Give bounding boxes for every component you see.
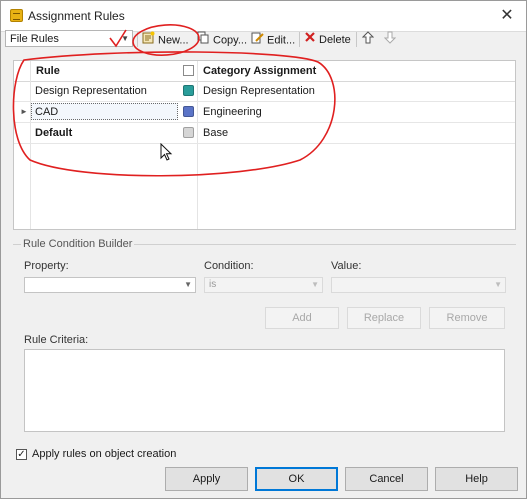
condition-dropdown[interactable]: is ▼ xyxy=(204,277,323,293)
add-condition-button[interactable]: Add xyxy=(265,307,339,329)
table-row[interactable]: Default Base xyxy=(14,123,515,144)
category-name: Engineering xyxy=(203,106,262,118)
edit-icon xyxy=(251,31,264,50)
select-all-checkbox[interactable] xyxy=(183,65,194,76)
rule-criteria-textarea[interactable] xyxy=(24,349,505,432)
help-button[interactable]: Help xyxy=(435,467,518,491)
window-title: Assignment Rules xyxy=(28,9,125,23)
toolbar-separator xyxy=(356,32,357,47)
rules-grid: Rule Category Assignment Design Represen… xyxy=(13,60,516,230)
rules-type-value: File Rules xyxy=(10,33,59,45)
builder-title: Rule Condition Builder xyxy=(21,238,135,250)
chevron-down-icon: ▼ xyxy=(494,280,502,289)
chevron-down-icon: ▼ xyxy=(121,34,129,43)
category-name: Design Representation xyxy=(203,85,315,97)
category-color-swatch xyxy=(183,85,194,96)
category-color-swatch xyxy=(183,106,194,117)
remove-condition-button[interactable]: Remove xyxy=(429,307,505,329)
chevron-down-icon: ▼ xyxy=(311,280,319,289)
table-row[interactable]: Design Representation Design Representat… xyxy=(14,81,515,102)
grid-header: Rule Category Assignment xyxy=(14,61,515,82)
category-name: Base xyxy=(203,127,229,139)
new-rule-button[interactable]: New... xyxy=(142,31,189,48)
condition-value: is xyxy=(209,279,217,290)
toolbar-separator xyxy=(137,32,138,47)
replace-condition-button[interactable]: Replace xyxy=(347,307,421,329)
apply-button[interactable]: Apply xyxy=(165,467,248,491)
column-header-rule[interactable]: Rule xyxy=(36,65,60,77)
rules-type-dropdown[interactable]: File Rules ▼ xyxy=(5,30,133,47)
rule-name: Design Representation xyxy=(35,85,147,97)
ok-button[interactable]: OK xyxy=(255,467,338,491)
copy-rule-label: Copy... xyxy=(213,34,248,47)
condition-label: Condition: xyxy=(204,260,254,272)
edit-rule-label: Edit... xyxy=(267,34,296,47)
title-bar: Assignment Rules ✕ xyxy=(1,1,526,32)
copy-icon xyxy=(197,31,210,50)
category-color-swatch xyxy=(183,127,194,138)
move-up-button[interactable] xyxy=(361,31,377,50)
value-dropdown[interactable]: ▼ xyxy=(331,277,506,293)
app-icon xyxy=(10,9,23,22)
toolbar-separator xyxy=(299,32,300,47)
new-icon xyxy=(142,31,155,50)
apply-on-creation-label: Apply rules on object creation xyxy=(32,448,177,460)
chevron-down-icon: ▼ xyxy=(184,280,192,289)
cancel-button[interactable]: Cancel xyxy=(345,467,428,491)
rule-name: CAD xyxy=(35,106,59,118)
move-down-button[interactable] xyxy=(383,31,399,50)
arrow-down-icon xyxy=(383,31,397,50)
property-dropdown[interactable]: ▼ xyxy=(24,277,196,293)
edit-rule-button[interactable]: Edit... xyxy=(251,31,295,48)
rule-criteria-label: Rule Criteria: xyxy=(24,334,89,346)
table-row[interactable]: ► CAD Engineering xyxy=(14,102,515,123)
value-label: Value: xyxy=(331,260,362,272)
delete-x-icon xyxy=(304,31,316,49)
column-header-category[interactable]: Category Assignment xyxy=(203,65,316,77)
new-rule-label: New... xyxy=(158,34,189,47)
property-label: Property: xyxy=(24,260,69,272)
row-pointer-icon: ► xyxy=(20,107,28,116)
copy-rule-button[interactable]: Copy... xyxy=(197,31,247,48)
mouse-cursor-icon xyxy=(160,143,173,161)
delete-rule-label: Delete xyxy=(319,33,351,46)
rule-name: Default xyxy=(35,127,73,139)
apply-on-creation-checkbox[interactable]: ✓ xyxy=(16,449,27,460)
close-button[interactable]: ✕ xyxy=(496,5,518,27)
delete-rule-button[interactable]: Delete xyxy=(304,31,351,48)
assignment-rules-dialog: Assignment Rules ✕ File Rules ▼ New... C… xyxy=(0,0,527,499)
arrow-up-icon xyxy=(361,31,375,50)
